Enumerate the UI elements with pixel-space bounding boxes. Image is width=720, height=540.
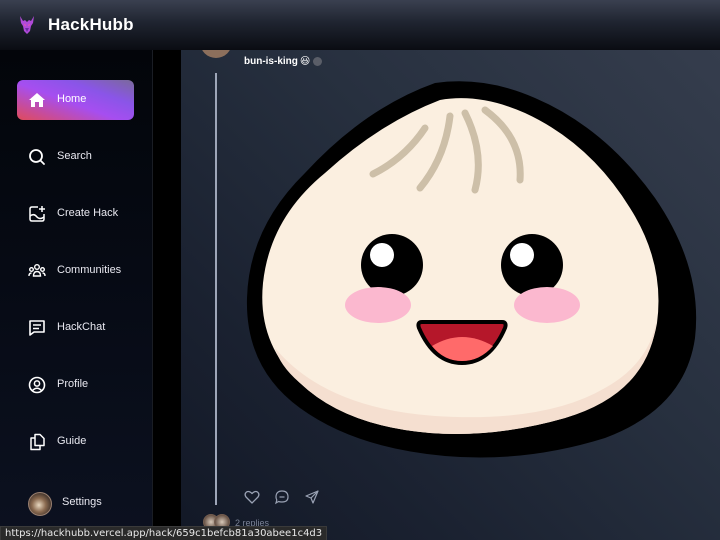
brand-title[interactable]: HackHubb <box>48 15 134 35</box>
heart-icon[interactable] <box>244 489 260 505</box>
copy-document-icon <box>30 433 45 451</box>
sidebar-item-settings[interactable]: Settings <box>62 496 102 508</box>
create-image-icon <box>29 206 45 222</box>
sidebar-item-search[interactable]: Search <box>17 137 134 177</box>
author-name-text: bun-is-king <box>244 56 298 67</box>
sidebar-item-label: Home <box>57 93 87 105</box>
top-bar: HackHubb <box>0 0 720 50</box>
post-actions <box>244 489 320 505</box>
hackhubb-logo-icon[interactable] <box>17 14 37 36</box>
badge-icon <box>313 57 323 66</box>
bun-right-cheek <box>514 287 580 323</box>
gutter <box>153 50 181 540</box>
bun-left-cheek <box>345 287 411 323</box>
post-author[interactable]: bun-is-king 😃 <box>244 56 323 67</box>
bun-left-eye <box>361 234 423 296</box>
author-emoji: 😃 <box>299 56 311 67</box>
user-avatar[interactable] <box>28 492 52 516</box>
sidebar <box>0 50 152 540</box>
sidebar-item-label: Profile <box>57 378 89 390</box>
bun-left-eye-shine <box>370 243 394 267</box>
thread-line <box>215 73 217 505</box>
communities-icon <box>28 264 46 277</box>
search-icon <box>29 149 45 165</box>
sidebar-item-create-hack[interactable]: Create Hack <box>17 194 134 234</box>
comment-icon[interactable] <box>274 489 290 505</box>
sidebar-item-profile[interactable]: Profile <box>17 365 134 405</box>
post-image-bun-mascot[interactable] <box>245 78 700 458</box>
sidebar-item-guide[interactable]: Guide <box>17 422 134 462</box>
chat-icon <box>29 320 45 336</box>
home-icon <box>29 93 45 107</box>
sidebar-item-label: Create Hack <box>57 207 119 219</box>
bun-right-eye <box>501 234 563 296</box>
browser-status-url: https://hackhubb.vercel.app/hack/659c1be… <box>0 526 328 540</box>
sidebar-item-label: Search <box>57 150 92 162</box>
sidebar-item-hackchat[interactable]: HackChat <box>17 308 134 348</box>
profile-icon <box>28 376 46 394</box>
send-icon[interactable] <box>304 489 320 505</box>
sidebar-item-label: Guide <box>57 435 87 447</box>
sidebar-item-home[interactable]: Home <box>17 80 134 120</box>
sidebar-item-label: HackChat <box>57 321 106 333</box>
sidebar-item-communities[interactable]: Communities <box>17 251 134 291</box>
bun-right-eye-shine <box>510 243 534 267</box>
sidebar-item-label: Communities <box>57 264 122 276</box>
